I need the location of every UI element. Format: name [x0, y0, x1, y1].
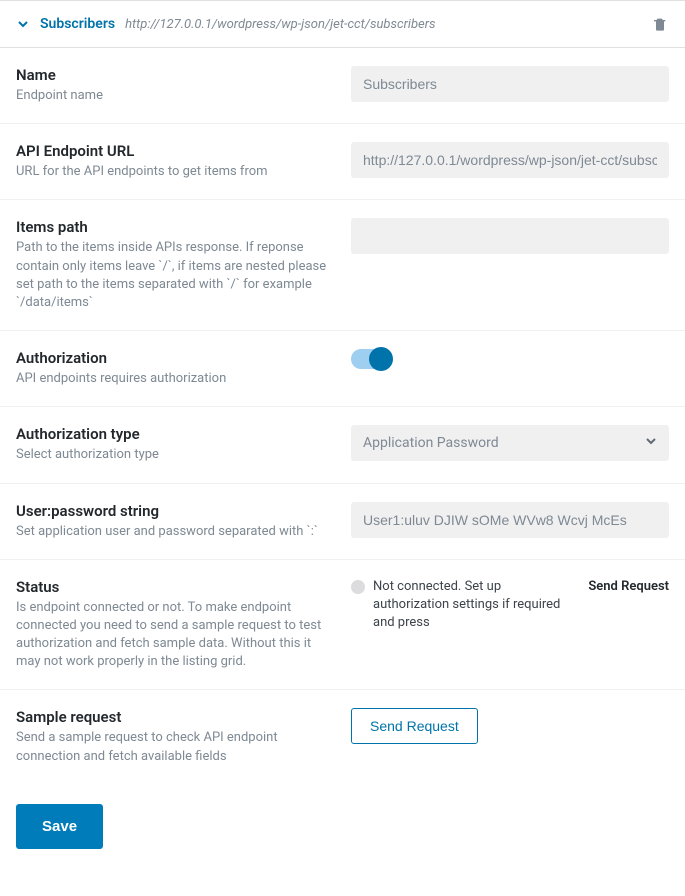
user-pass-input[interactable]	[351, 502, 669, 538]
user-pass-row: User:password string Set application use…	[0, 484, 685, 560]
delete-button[interactable]	[651, 15, 669, 33]
auth-type-row: Authorization type Select authorization …	[0, 407, 685, 483]
save-button[interactable]: Save	[16, 804, 103, 849]
status-row: Status Is endpoint connected or not. To …	[0, 560, 685, 691]
user-pass-desc: Set application user and password separa…	[16, 523, 331, 541]
panel-title: Subscribers	[40, 16, 115, 32]
auth-type-desc: Select authorization type	[16, 446, 331, 464]
sample-request-label: Sample request	[16, 708, 331, 726]
auth-type-label: Authorization type	[16, 425, 331, 443]
name-label: Name	[16, 66, 331, 84]
status-label: Status	[16, 578, 331, 596]
authorization-row: Authorization API endpoints requires aut…	[0, 331, 685, 407]
name-input[interactable]	[351, 66, 669, 102]
authorization-toggle[interactable]	[351, 349, 391, 369]
name-row: Name Endpoint name	[0, 48, 685, 124]
authorization-desc: API endpoints requires authorization	[16, 370, 331, 388]
panel-url: http://127.0.0.1/wordpress/wp-json/jet-c…	[125, 17, 641, 32]
panel-header[interactable]: Subscribers http://127.0.0.1/wordpress/w…	[0, 1, 685, 48]
chevron-down-icon	[16, 17, 30, 31]
sample-request-row: Sample request Send a sample request to …	[0, 690, 685, 783]
endpoint-panel: Subscribers http://127.0.0.1/wordpress/w…	[0, 0, 685, 869]
items-path-row: Items path Path to the items inside APIs…	[0, 200, 685, 331]
panel-footer: Save	[0, 784, 685, 869]
send-request-button[interactable]: Send Request	[351, 708, 478, 744]
status-send-request-link[interactable]: Send Request	[588, 578, 669, 596]
authorization-label: Authorization	[16, 349, 331, 367]
trash-icon	[652, 16, 668, 32]
status-desc: Is endpoint connected or not. To make en…	[16, 599, 331, 672]
status-text: Not connected. Set up authorization sett…	[373, 578, 580, 633]
items-path-input[interactable]	[351, 218, 669, 254]
items-path-desc: Path to the items inside APIs response. …	[16, 239, 331, 312]
toggle-knob	[369, 347, 393, 371]
endpoint-desc: URL for the API endpoints to get items f…	[16, 163, 331, 181]
endpoint-row: API Endpoint URL URL for the API endpoin…	[0, 124, 685, 200]
name-desc: Endpoint name	[16, 87, 331, 105]
items-path-label: Items path	[16, 218, 331, 236]
auth-type-select[interactable]: Application Password	[351, 425, 669, 461]
endpoint-input[interactable]	[351, 142, 669, 178]
user-pass-label: User:password string	[16, 502, 331, 520]
sample-request-desc: Send a sample request to check API endpo…	[16, 729, 331, 765]
status-indicator-icon	[351, 580, 365, 594]
endpoint-label: API Endpoint URL	[16, 142, 331, 160]
